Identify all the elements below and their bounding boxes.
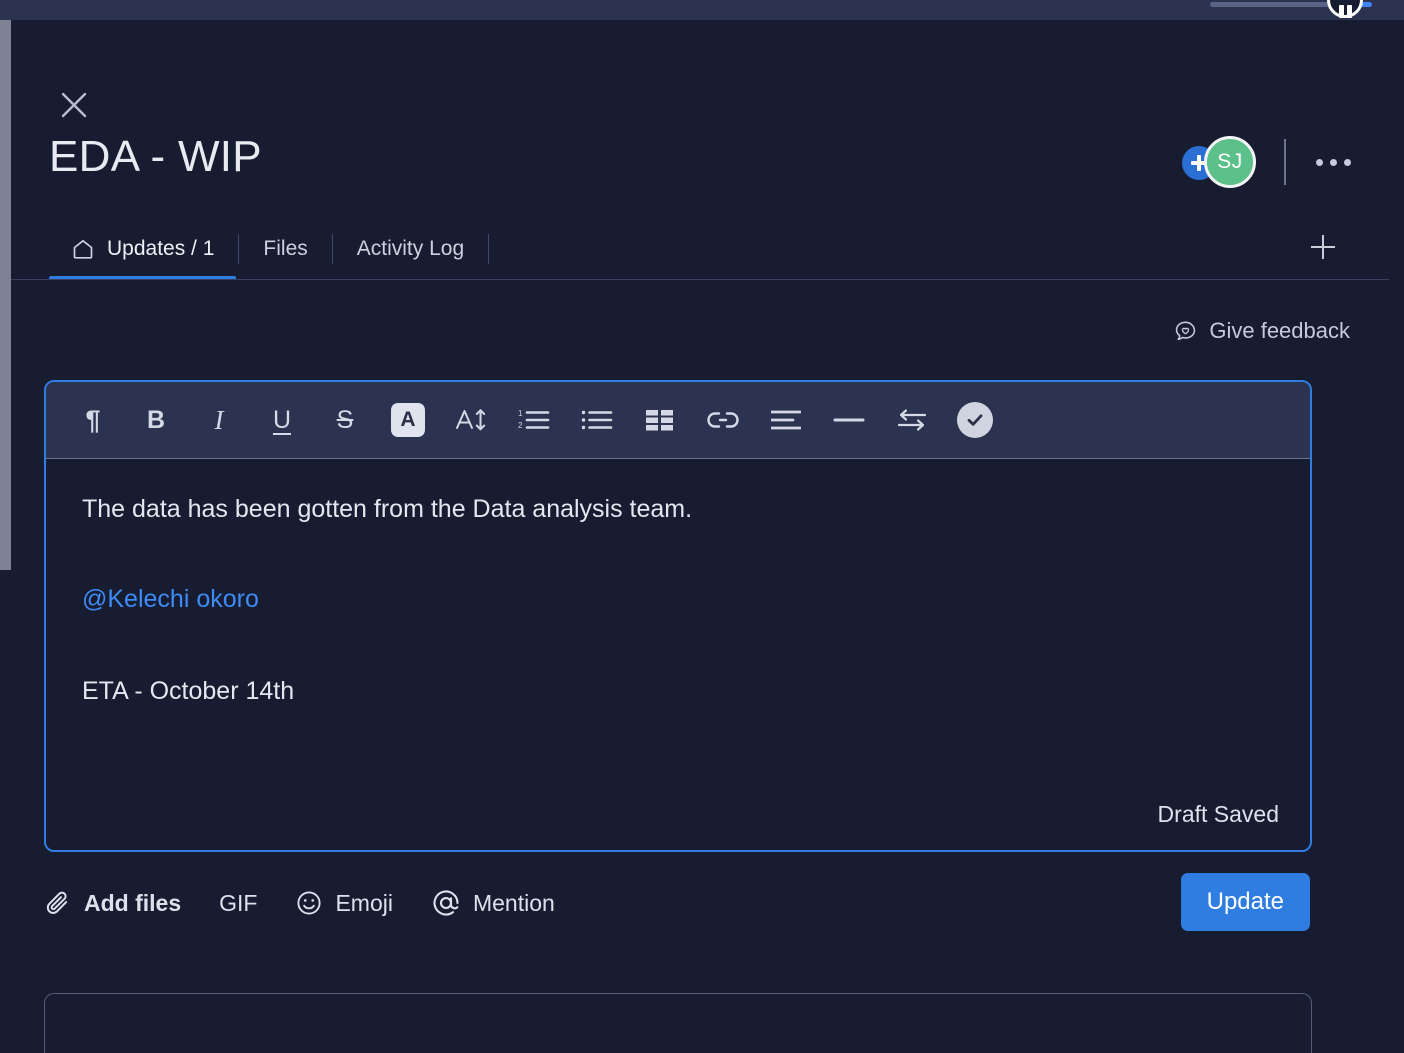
panel-header: EDA - WIP SJ Updates / 1 Files Activity … — [11, 20, 1389, 280]
editor-mention[interactable]: @Kelechi okoro — [82, 583, 1274, 617]
pause-bar-right — [1347, 5, 1352, 18]
background-app-strip — [0, 0, 1404, 20]
editor-actions: Add files GIF Emoji Mention Update — [44, 865, 1312, 941]
smiley-icon — [297, 891, 322, 915]
item-detail-panel: EDA - WIP SJ Updates / 1 Files Activity … — [11, 20, 1404, 1053]
home-icon — [73, 239, 93, 259]
update-editor[interactable]: ¶ B I U S A 1 2 The data has been gotten… — [44, 380, 1312, 852]
add-files-label: Add files — [84, 889, 182, 916]
next-update-card — [44, 993, 1312, 1053]
svg-text:1: 1 — [518, 409, 523, 418]
emoji-label: Emoji — [335, 889, 393, 916]
pause-bar-left — [1339, 5, 1344, 18]
tab-bar: Updates / 1 Files Activity Log — [49, 218, 491, 280]
avatar-group: SJ — [1182, 136, 1256, 188]
editor-toolbar: ¶ B I U S A 1 2 — [46, 382, 1310, 459]
give-feedback-button[interactable]: Give feedback — [1173, 318, 1350, 344]
give-feedback-label: Give feedback — [1209, 318, 1350, 343]
emoji-button[interactable]: Emoji — [295, 889, 393, 917]
header-right-controls: SJ — [1182, 132, 1355, 192]
avatar[interactable]: SJ — [1204, 136, 1256, 188]
gif-label: GIF — [219, 889, 258, 916]
tab-files[interactable]: Files — [241, 218, 329, 280]
tab-separator — [488, 234, 490, 264]
horizontal-rule-icon[interactable] — [824, 395, 874, 445]
numbered-list-icon[interactable]: 1 2 — [509, 395, 559, 445]
add-files-button[interactable]: Add files — [44, 889, 181, 917]
editor-paragraph: The data has been gotten from the Data a… — [82, 495, 693, 523]
page-title: EDA - WIP — [49, 132, 262, 181]
italic-icon[interactable]: I — [194, 395, 244, 445]
update-button[interactable]: Update — [1180, 873, 1310, 931]
paperclip-icon — [46, 891, 68, 914]
font-size-icon[interactable] — [446, 395, 496, 445]
more-dot — [1316, 158, 1323, 166]
svg-text:2: 2 — [518, 421, 523, 430]
tab-separator — [331, 234, 333, 264]
more-horizontal-icon[interactable] — [1312, 149, 1355, 176]
link-icon[interactable] — [698, 395, 748, 445]
bulleted-list-icon[interactable] — [572, 395, 622, 445]
strikethrough-icon[interactable]: S — [320, 395, 370, 445]
header-divider — [1284, 139, 1286, 185]
editor-paragraph: ETA - October 14th — [82, 676, 295, 705]
panel-body: Give feedback ¶ B I U S A 1 2 The data h… — [11, 280, 1389, 1053]
tab-label: Files — [263, 237, 308, 260]
left-scrollbar[interactable] — [0, 20, 11, 570]
checklist-icon[interactable] — [950, 395, 1000, 445]
tab-label: Updates / 1 — [107, 237, 215, 260]
pause-icon[interactable] — [1327, 0, 1363, 18]
tab-separator — [238, 234, 240, 264]
underline-icon[interactable]: U — [257, 395, 307, 445]
add-tab-button[interactable] — [1304, 228, 1342, 266]
mention-label: Mention — [472, 889, 555, 916]
check-circle — [957, 402, 993, 438]
draft-saved-status: Draft Saved — [1157, 801, 1279, 827]
tab-updates[interactable]: Updates / 1 — [49, 218, 237, 280]
bold-icon[interactable]: B — [131, 395, 181, 445]
chat-heart-icon — [1176, 321, 1196, 340]
at-icon — [433, 890, 459, 916]
more-dot — [1344, 158, 1351, 166]
table-icon[interactable] — [635, 395, 685, 445]
editor-content[interactable]: The data has been gotten from the Data a… — [46, 459, 1310, 850]
gif-button[interactable]: GIF — [219, 890, 257, 917]
mention-button[interactable]: Mention — [431, 888, 555, 918]
indent-swap-icon[interactable] — [887, 395, 937, 445]
text-color-chip: A — [391, 403, 425, 437]
tab-activity-log[interactable]: Activity Log — [335, 218, 486, 280]
paragraph-format-icon[interactable]: ¶ — [68, 395, 118, 445]
more-dot — [1330, 158, 1337, 166]
align-left-icon[interactable] — [761, 395, 811, 445]
tab-label: Activity Log — [356, 237, 465, 260]
text-color-icon[interactable]: A — [383, 395, 433, 445]
close-icon[interactable] — [51, 82, 97, 128]
